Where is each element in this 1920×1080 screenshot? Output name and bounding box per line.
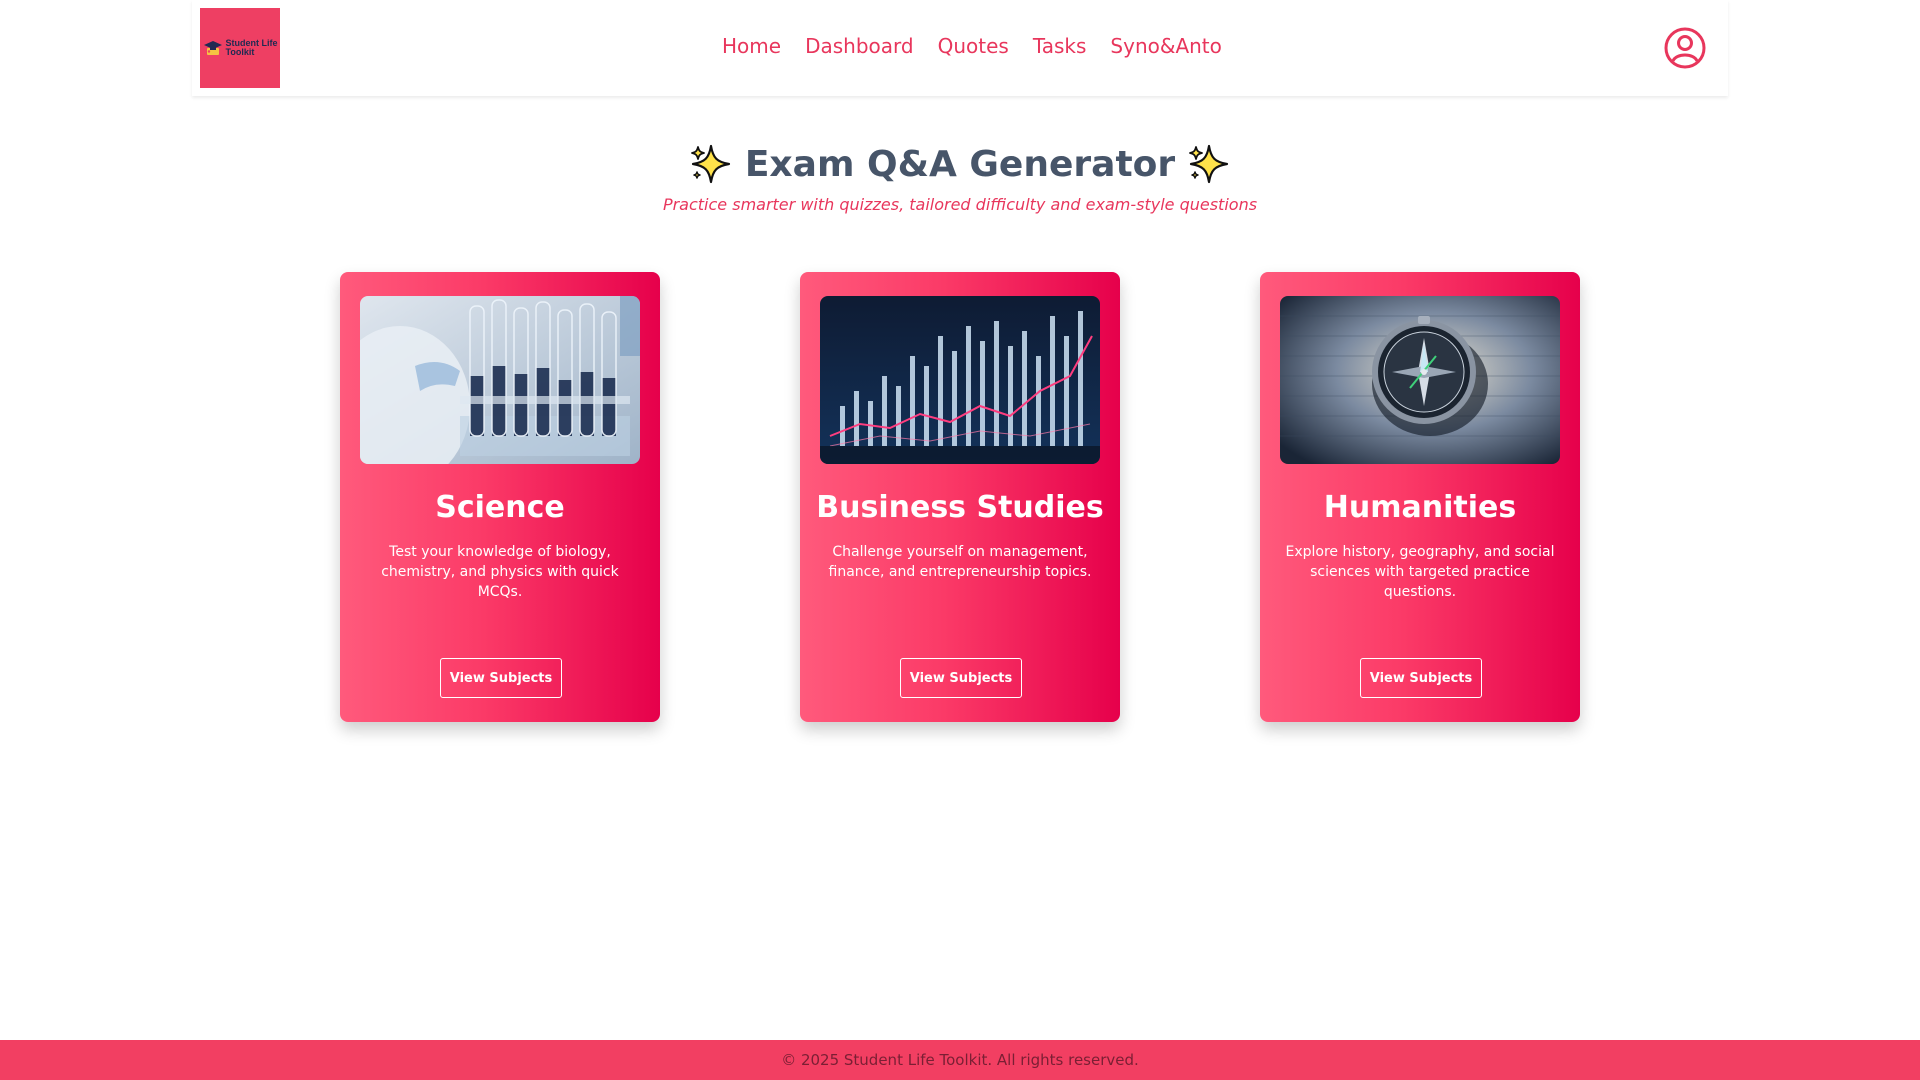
hero-title-row: Exam Q&A Generator <box>0 142 1920 186</box>
logo-text: Student Life Toolkit <box>226 39 278 57</box>
logo-mark: Student Life Toolkit <box>203 38 278 58</box>
profile-button[interactable] <box>1664 27 1706 69</box>
card-description: Test your knowledge of biology, chemistr… <box>381 544 619 600</box>
nav-home[interactable]: Home <box>722 34 781 58</box>
page-subtitle: Practice smarter with quizzes, tailored … <box>662 195 1258 214</box>
nav-syno-anto[interactable]: Syno&Anto <box>1110 34 1221 58</box>
compass-image <box>1280 296 1560 464</box>
user-circle-icon <box>1664 27 1706 69</box>
view-subjects-button[interactable]: View Subjects <box>440 658 562 698</box>
test-tubes-image <box>360 296 640 464</box>
card-title: Business Studies <box>816 490 1104 525</box>
sparkles-icon <box>1189 144 1229 184</box>
card-humanities: Humanities Explore history, geography, a… <box>1260 272 1580 722</box>
main-nav: Home Dashboard Quotes Tasks Syno&Anto <box>722 34 1222 58</box>
sparkles-icon <box>690 144 730 184</box>
footer-copyright: © 2025 Student Life Toolkit. All rights … <box>781 1051 1139 1069</box>
page-title: Exam Q&A Generator <box>744 143 1176 185</box>
graduation-cap-icon <box>203 41 222 55</box>
logo[interactable]: Student Life Toolkit <box>200 8 280 88</box>
card-description: Challenge yourself on management, financ… <box>828 544 1092 580</box>
page: Student Life Toolkit Home Dashboard Quot… <box>0 0 1920 1080</box>
logo-line2: Toolkit <box>225 47 255 57</box>
nav-quotes[interactable]: Quotes <box>938 34 1009 58</box>
card-title: Humanities <box>1323 490 1517 525</box>
view-subjects-button[interactable]: View Subjects <box>1360 658 1482 698</box>
card-description: Explore history, geography, and social s… <box>1285 544 1555 600</box>
financial-chart-image <box>820 296 1100 464</box>
nav-tasks[interactable]: Tasks <box>1033 34 1087 58</box>
footer: © 2025 Student Life Toolkit. All rights … <box>0 1040 1920 1080</box>
card-business-studies: Business Studies Challenge yourself on m… <box>800 272 1120 722</box>
nav-dashboard[interactable]: Dashboard <box>805 34 914 58</box>
card-title: Science <box>435 490 565 525</box>
card-science: Science Test your knowledge of biology, … <box>340 272 660 722</box>
view-subjects-button[interactable]: View Subjects <box>900 658 1022 698</box>
navbar: Student Life Toolkit Home Dashboard Quot… <box>192 0 1728 96</box>
